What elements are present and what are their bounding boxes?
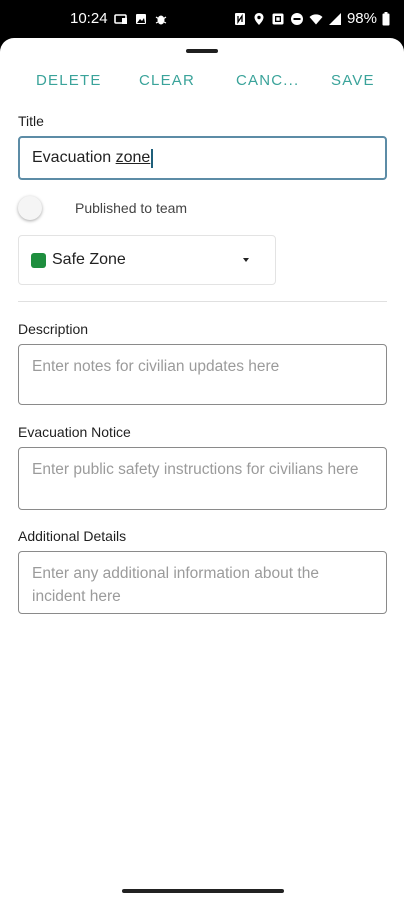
drag-handle[interactable] — [186, 49, 218, 53]
screenshot-icon — [271, 12, 285, 26]
status-bar: 10:24 98% — [0, 0, 404, 38]
status-time: 10:24 — [70, 10, 108, 27]
status-left: 10:24 — [70, 10, 168, 27]
title-value: Evacuation — [32, 149, 116, 166]
publish-toggle-row[interactable]: Published to team — [18, 196, 318, 220]
title-label: Title — [18, 113, 44, 129]
evacuation-notice-label: Evacuation Notice — [18, 424, 131, 440]
zone-color-swatch — [31, 253, 46, 268]
text-caret — [151, 148, 153, 168]
dropdown-arrow-icon — [243, 258, 249, 262]
save-button[interactable]: SAVE — [331, 72, 375, 89]
status-right: 98% — [233, 10, 390, 27]
clear-button[interactable]: CLEAR — [139, 72, 195, 89]
description-label: Description — [18, 321, 89, 337]
divider — [18, 301, 387, 302]
battery-icon — [382, 11, 390, 26]
battery-percent: 98% — [346, 10, 377, 27]
action-bar: DELETE CLEAR CANC... SAVE — [0, 72, 404, 96]
bug-icon — [154, 12, 168, 26]
description-field[interactable]: Enter notes for civilian updates here — [18, 344, 387, 405]
publish-toggle-label: Published to team — [75, 200, 188, 216]
signal-icon — [328, 12, 342, 26]
publish-toggle[interactable] — [18, 196, 42, 220]
evacuation-notice-field[interactable]: Enter public safety instructions for civ… — [18, 447, 387, 510]
zone-type-select[interactable]: Safe Zone — [18, 235, 276, 285]
additional-details-label: Additional Details — [18, 528, 127, 544]
cast-icon — [113, 12, 128, 26]
delete-button[interactable]: DELETE — [36, 72, 102, 89]
minus-circle-icon — [290, 12, 304, 26]
zone-type-value: Safe Zone — [52, 251, 126, 268]
bottom-sheet: DELETE CLEAR CANC... SAVE Title Evacuati… — [0, 38, 404, 900]
home-indicator[interactable] — [122, 889, 284, 893]
location-icon — [252, 12, 266, 26]
nfc-icon — [233, 12, 247, 26]
image-icon — [134, 12, 148, 26]
cancel-button[interactable]: CANC... — [236, 72, 299, 89]
title-value-composing: zone — [115, 149, 151, 166]
additional-details-field[interactable]: Enter any additional information about t… — [18, 551, 387, 614]
title-input[interactable]: Evacuation zone — [18, 136, 387, 180]
wifi-icon — [309, 12, 323, 26]
